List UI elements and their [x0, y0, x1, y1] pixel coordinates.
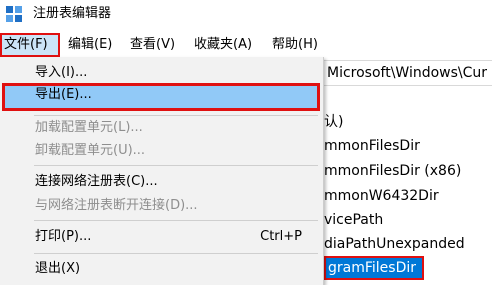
list-item[interactable]: 认) — [324, 110, 343, 134]
list-item[interactable]: mmonW6432Dir — [324, 184, 439, 208]
menu-connect-network-registry[interactable]: 连接网络注册表(C)... — [2, 170, 320, 194]
menu-export[interactable]: 导出(E)... — [2, 83, 320, 111]
list-item[interactable]: mmonFilesDir — [324, 134, 420, 158]
menu-exit[interactable]: 退出(X) — [2, 257, 320, 281]
menu-favorites[interactable]: 收藏夹(A) — [190, 33, 256, 57]
menu-edit[interactable]: 编辑(E) — [64, 33, 116, 57]
menu-unload-hive[interactable]: 卸载配置单元(U)... — [2, 139, 320, 163]
menu-help[interactable]: 帮助(H) — [268, 33, 322, 57]
address-bar[interactable]: Microsoft\Windows\Cur — [324, 60, 492, 86]
list-item[interactable]: diaPathUnexpanded — [324, 232, 465, 256]
menu-bar: 文件(F) 编辑(E) 查看(V) 收藏夹(A) 帮助(H) — [0, 33, 492, 57]
menu-file[interactable]: 文件(F) — [0, 33, 60, 57]
menu-separator — [34, 220, 318, 221]
title-bar: 注册表编辑器 — [0, 0, 492, 30]
menu-view[interactable]: 查看(V) — [126, 33, 179, 57]
menu-print-label: 打印(P)... — [35, 229, 92, 244]
menu-separator — [34, 253, 318, 254]
menu-separator — [34, 165, 318, 166]
value-list: 认) mmonFilesDir mmonFilesDir (x86) mmonW… — [324, 86, 492, 285]
menu-load-hive[interactable]: 加载配置单元(L)... — [2, 116, 320, 140]
menu-disconnect-network-registry[interactable]: 与网络注册表断开连接(D)... — [2, 194, 320, 218]
menu-print[interactable]: 打印(P)... Ctrl+P — [2, 225, 320, 249]
registry-app-icon — [6, 6, 22, 22]
menu-import[interactable]: 导入(I)... — [2, 61, 320, 85]
list-item[interactable]: mmonFilesDir (x86) — [324, 159, 461, 183]
window-title: 注册表编辑器 — [33, 6, 112, 21]
list-item-selected[interactable]: gramFilesDir — [324, 256, 424, 280]
list-item[interactable]: vicePath — [324, 208, 383, 232]
menu-print-shortcut: Ctrl+P — [260, 229, 302, 244]
file-dropdown-menu: 导入(I)... 导出(E)... 加载配置单元(L)... 卸载配置单元(U)… — [0, 57, 324, 285]
